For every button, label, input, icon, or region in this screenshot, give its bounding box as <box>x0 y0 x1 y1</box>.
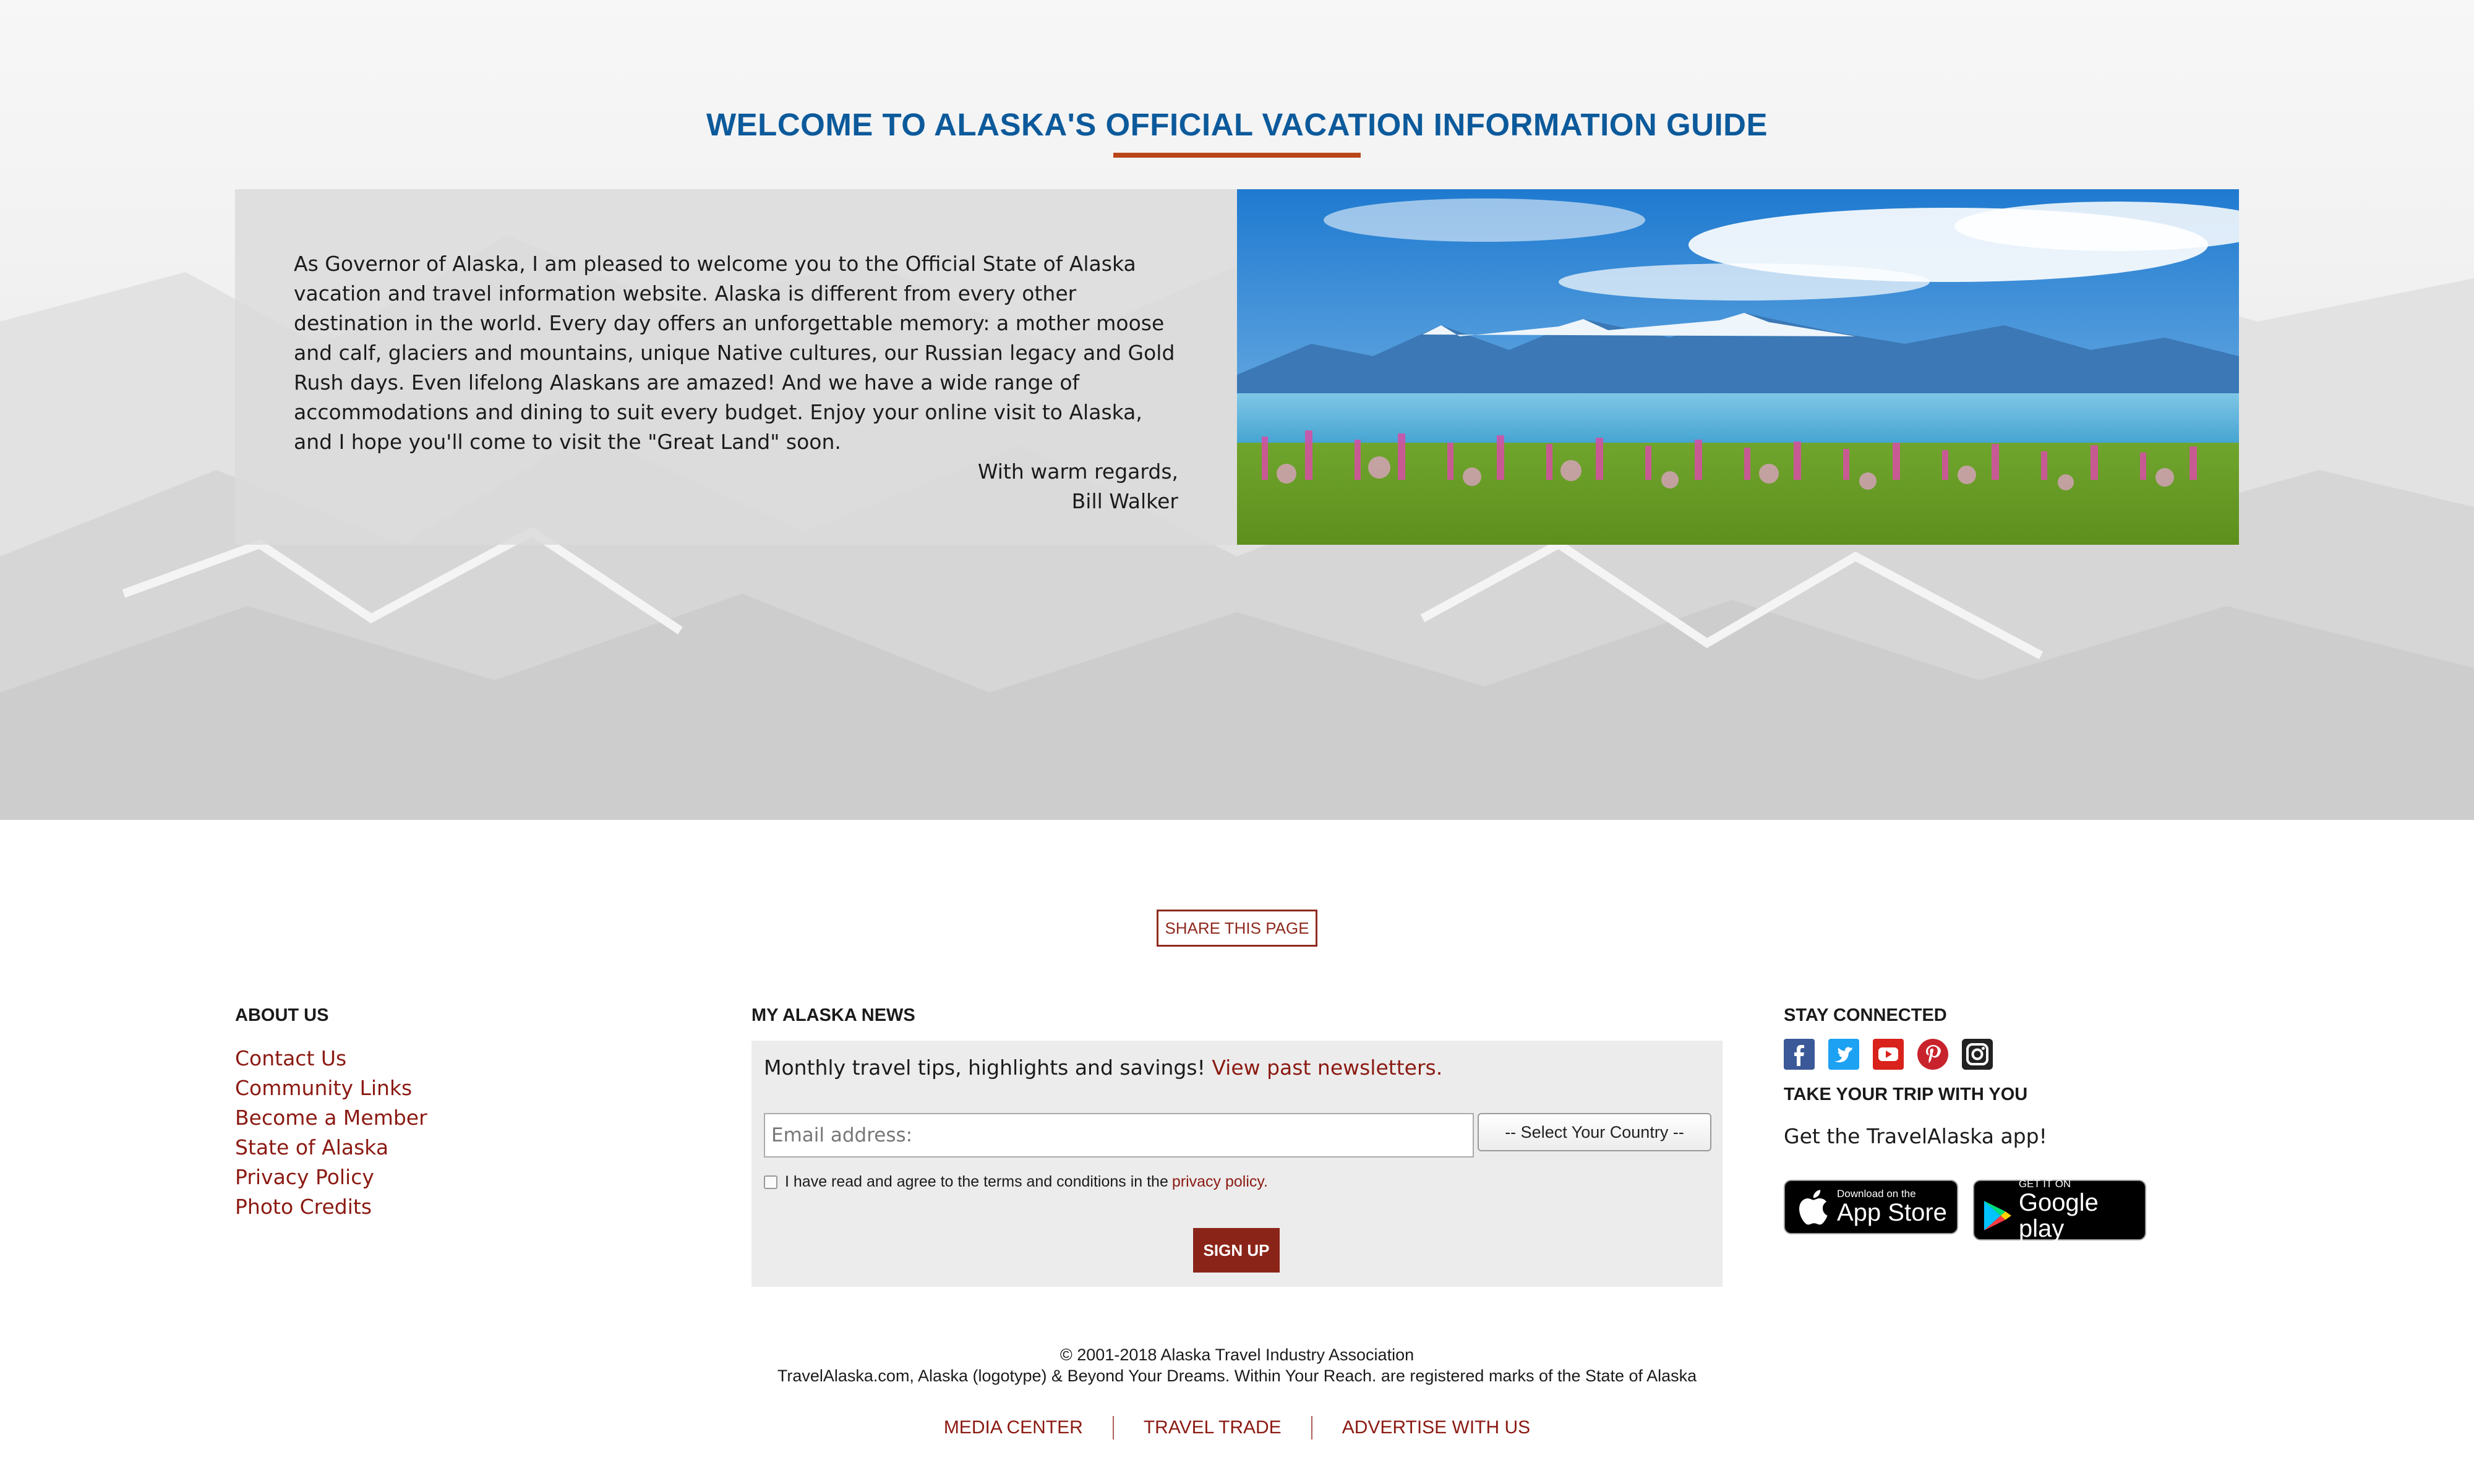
welcome-card: As Governor of Alaska, I am pleased to w… <box>235 189 2239 545</box>
photo-credits-link[interactable]: Photo Credits <box>235 1192 427 1222</box>
app-store-big-text: App Store <box>1837 1199 1947 1226</box>
travel-trade-link[interactable]: TRAVEL TRADE <box>1114 1417 1311 1438</box>
state-of-alaska-link[interactable]: State of Alaska <box>235 1133 427 1162</box>
instagram-icon[interactable] <box>1962 1039 1993 1070</box>
app-store-small-text: Download on the <box>1837 1188 1916 1200</box>
facebook-icon[interactable] <box>1784 1039 1815 1070</box>
title-underline <box>1113 153 1361 158</box>
footer-bottom-links: MEDIA CENTER TRAVEL TRADE ADVERTISE WITH… <box>0 1416 2474 1439</box>
link-separator <box>1112 1416 1114 1439</box>
privacy-policy-link[interactable]: Privacy Policy <box>235 1162 427 1192</box>
alaska-landscape-photo <box>1237 189 2239 545</box>
youtube-icon[interactable] <box>1873 1039 1904 1070</box>
app-store-badge-text: Download on the App Store <box>1837 1188 1947 1226</box>
become-a-member-link[interactable]: Become a Member <box>235 1103 427 1133</box>
share-this-page-button[interactable]: SHARE THIS PAGE <box>1157 910 1317 947</box>
privacy-agreement-checkbox[interactable] <box>764 1175 777 1189</box>
stay-connected-heading: STAY CONNECTED <box>1784 1005 1947 1025</box>
pinterest-icon[interactable] <box>1917 1039 1948 1070</box>
welcome-signature: Bill Walker <box>1071 489 1178 513</box>
google-play-icon <box>1984 1201 2011 1230</box>
welcome-text-panel: As Governor of Alaska, I am pleased to w… <box>235 189 1237 545</box>
welcome-message: As Governor of Alaska, I am pleased to w… <box>294 252 1175 454</box>
sign-up-button[interactable]: SIGN UP <box>1193 1228 1280 1273</box>
google-play-small-text: GET IT ON <box>2018 1178 2071 1190</box>
my-alaska-news-heading: MY ALASKA NEWS <box>751 1005 915 1025</box>
landscape-photo-image <box>1237 189 2239 545</box>
contact-us-link[interactable]: Contact Us <box>235 1044 427 1073</box>
google-play-badge-text: GET IT ON Google play <box>2019 1179 2145 1242</box>
country-select[interactable]: -- Select Your Country -- <box>1478 1113 1711 1151</box>
privacy-agreement-row: I have read and agree to the terms and c… <box>764 1173 1268 1191</box>
view-past-newsletters-link[interactable]: View past newsletters. <box>1212 1055 1442 1080</box>
copyright-text: © 2001-2018 Alaska Travel Industry Assoc… <box>1059 1345 1415 1364</box>
app-promo-text: Get the TravelAlaska app! <box>1784 1124 2047 1148</box>
trademark-text: TravelAlaska.com, Alaska (logotype) & Be… <box>777 1367 1697 1385</box>
newsletter-intro-text: Monthly travel tips, highlights and savi… <box>764 1055 1205 1080</box>
app-store-badge[interactable]: Download on the App Store <box>1784 1180 1958 1234</box>
twitter-icon[interactable] <box>1828 1039 1859 1070</box>
social-icons <box>1784 1039 1993 1070</box>
about-us-heading: ABOUT US <box>235 1005 329 1025</box>
privacy-policy-inline-link[interactable]: privacy policy. <box>1172 1173 1268 1191</box>
media-center-link[interactable]: MEDIA CENTER <box>914 1417 1113 1438</box>
advertise-with-us-link[interactable]: ADVERTISE WITH US <box>1312 1417 1560 1438</box>
privacy-agreement-text: I have read and agree to the terms and c… <box>785 1173 1168 1190</box>
page-title: WELCOME TO ALASKA'S OFFICIAL VACATION IN… <box>706 107 1768 142</box>
apple-icon <box>1799 1190 1828 1225</box>
newsletter-signup-panel: Monthly travel tips, highlights and savi… <box>751 1041 1723 1287</box>
about-us-links: Contact Us Community Links Become a Memb… <box>235 1044 427 1222</box>
hero-section: WELCOME TO ALASKA'S OFFICIAL VACATION IN… <box>0 0 2474 820</box>
google-play-badge[interactable]: GET IT ON Google play <box>1973 1179 2146 1242</box>
newsletter-intro: Monthly travel tips, highlights and savi… <box>764 1055 1442 1080</box>
community-links-link[interactable]: Community Links <box>235 1073 427 1103</box>
google-play-big-text: Google play <box>2018 1189 2099 1242</box>
welcome-closing: With warm regards, <box>977 459 1178 484</box>
link-separator <box>1311 1416 1312 1439</box>
email-field[interactable]: Email address: <box>764 1113 1474 1158</box>
take-your-trip-heading: TAKE YOUR TRIP WITH YOU <box>1784 1085 2028 1104</box>
